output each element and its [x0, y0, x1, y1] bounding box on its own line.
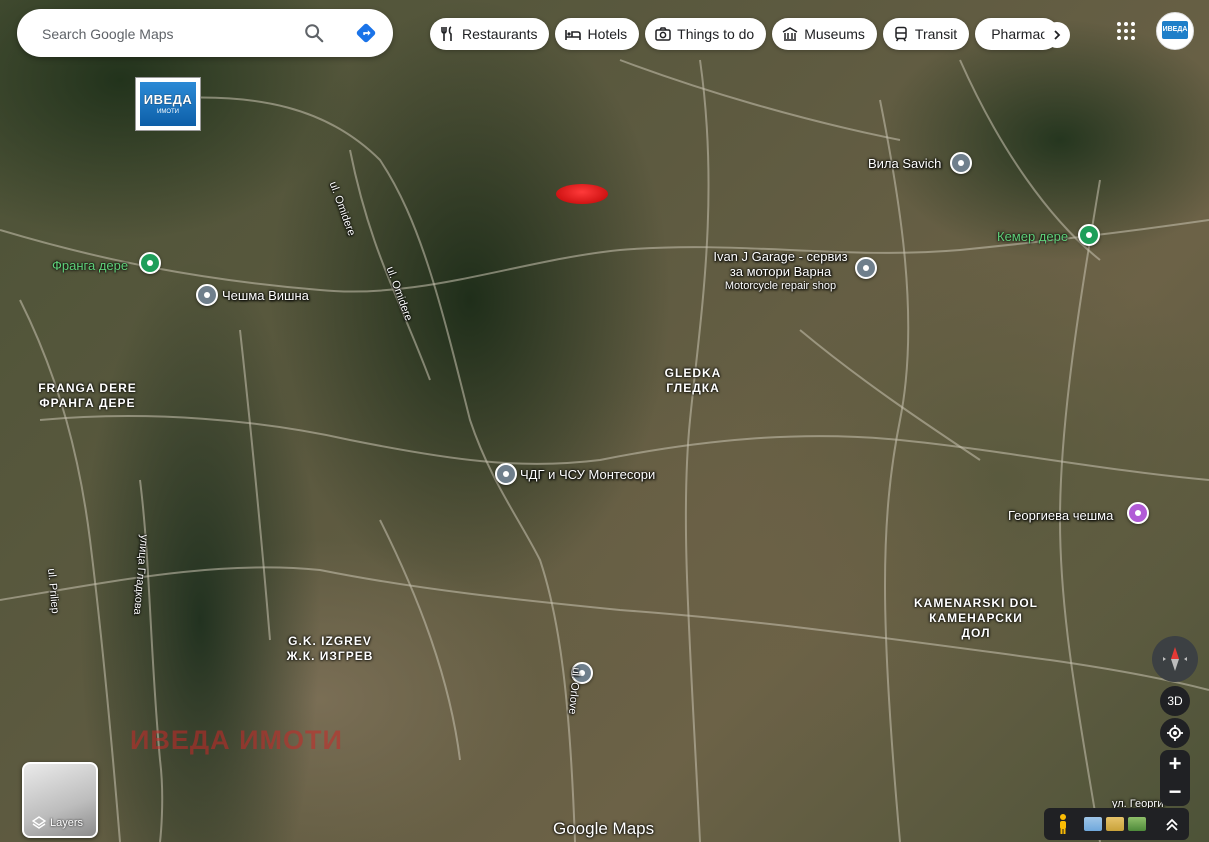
- place-label-kemer-dere[interactable]: Кемер дере: [997, 229, 1068, 244]
- landmark-camera-icon[interactable]: [1127, 502, 1149, 524]
- chips-next-button[interactable]: [1044, 22, 1070, 48]
- transit-icon: [895, 26, 907, 42]
- google-maps-logo: Google Maps: [553, 819, 655, 838]
- area-label-izgrev: G.K. IZGREV Ж.К. ИЗГРЕВ: [272, 634, 388, 664]
- map-type-thumbnail[interactable]: [1084, 817, 1102, 831]
- zoom-in-button[interactable]: +: [1160, 750, 1190, 778]
- location-pin-icon[interactable]: [950, 152, 972, 174]
- area-cyrillic: ГЛЕДКА: [666, 381, 720, 395]
- expand-up-icon[interactable]: [1164, 816, 1180, 832]
- terrain-thumbnail[interactable]: [1106, 817, 1124, 831]
- logo-text: ИВЕДА: [143, 92, 193, 107]
- chip-transit[interactable]: Transit: [882, 18, 970, 50]
- chevron-right-icon: [1054, 30, 1061, 40]
- account-avatar[interactable]: ИВЕДА: [1156, 12, 1194, 50]
- hotel-icon: [565, 30, 582, 40]
- chip-label: Museums: [804, 26, 865, 42]
- compass-button[interactable]: [1152, 636, 1198, 682]
- category-chips: Restaurants Hotels Things to do Museums …: [430, 18, 1060, 50]
- layers-icon: [32, 816, 46, 829]
- search-input[interactable]: [40, 9, 294, 59]
- area-cyrillic: Ж.К. ИЗГРЕВ: [286, 649, 374, 663]
- chip-hotels[interactable]: Hotels: [555, 18, 640, 50]
- garage-name-line1: Ivan J Garage - сервиз: [713, 249, 848, 264]
- satellite-map[interactable]: ИВЕДА ИМОТИ Вила Savich Ivan J Garage - …: [0, 0, 1209, 842]
- area-cyrillic: ФРАНГА ДЕРЕ: [39, 396, 136, 410]
- area-label-gledka: GLEDKA ГЛЕДКА: [655, 366, 731, 396]
- highlight-marker: [556, 184, 608, 204]
- watermark: ИВЕДА ИМОТИ: [130, 725, 343, 755]
- avatar-logo: ИВЕДА: [1162, 21, 1188, 39]
- logo-subtext: ИМОТИ: [157, 109, 179, 115]
- apps-grid-icon[interactable]: [1114, 19, 1138, 43]
- place-label-vila-savich[interactable]: Вила Savich: [868, 156, 941, 171]
- search-box: [17, 9, 393, 59]
- area-latin: KAMENARSKI DOL: [914, 596, 1038, 610]
- chip-label: Transit: [914, 26, 958, 42]
- area-cyrillic: КАМЕНАРСКИ: [929, 611, 1023, 625]
- place-label-montesori[interactable]: ЧДГ и ЧСУ Монтесори: [520, 467, 655, 482]
- area-latin: GLEDKA: [664, 366, 722, 380]
- garage-name-line2: за мотори Варна: [729, 264, 832, 279]
- my-location-button[interactable]: [1160, 718, 1190, 748]
- satellite-thumbnail[interactable]: [1128, 817, 1146, 831]
- place-label-cheshma-vishna[interactable]: Чешма Вишна: [222, 288, 309, 303]
- chip-things-to-do[interactable]: Things to do: [645, 18, 767, 50]
- layers-label: Layers: [32, 816, 83, 830]
- museum-icon: [782, 27, 798, 41]
- chip-label: Things to do: [677, 26, 755, 42]
- chip-restaurants[interactable]: Restaurants: [430, 18, 550, 50]
- garage-type: Motorcycle repair shop: [724, 280, 837, 292]
- chip-label: Hotels: [587, 26, 628, 42]
- directions-icon[interactable]: [355, 22, 377, 44]
- location-pin-icon[interactable]: [196, 284, 218, 306]
- place-label-franga-dere[interactable]: Франга дере: [52, 258, 128, 273]
- agency-logo: ИВЕДА ИМОТИ: [135, 77, 201, 131]
- chip-museums[interactable]: Museums: [772, 18, 877, 50]
- zoom-controls: + −: [1160, 750, 1190, 806]
- area-latin: FRANGA DERE: [38, 381, 137, 395]
- pegman-icon[interactable]: [1048, 812, 1078, 836]
- compass-icon: [1163, 647, 1187, 671]
- area-label-kamenarski-dol: KAMENARSKI DOL КАМЕНАРСКИ ДОЛ: [908, 596, 1044, 641]
- my-location-icon: [1167, 725, 1183, 741]
- area-cyrillic: ДОЛ: [961, 626, 991, 640]
- camera-icon: [655, 27, 671, 41]
- layers-button[interactable]: Layers: [22, 762, 98, 838]
- place-label-garage[interactable]: Ivan J Garage - сервиз за мотори Варна M…: [708, 249, 853, 294]
- area-label-franga-dere: FRANGA DERE ФРАНГА ДЕРЕ: [30, 381, 145, 411]
- layers-text: Layers: [50, 817, 84, 829]
- zoom-out-button[interactable]: −: [1160, 778, 1190, 806]
- top-bar: Restaurants Hotels Things to do Museums …: [0, 0, 1209, 70]
- tilt-3d-button[interactable]: 3D: [1160, 686, 1190, 716]
- location-pin-icon[interactable]: [855, 257, 877, 279]
- search-icon[interactable]: [303, 22, 325, 44]
- hiking-icon[interactable]: [139, 252, 161, 274]
- area-latin: G.K. IZGREV: [288, 634, 372, 648]
- hiking-icon[interactable]: [1078, 224, 1100, 246]
- restaurant-icon: [441, 26, 452, 41]
- bottom-toolbar: [1044, 808, 1189, 840]
- chip-label: Restaurants: [462, 26, 538, 42]
- school-icon[interactable]: [495, 463, 517, 485]
- place-label-georgieva-cheshma[interactable]: Георгиева чешма: [1008, 508, 1113, 523]
